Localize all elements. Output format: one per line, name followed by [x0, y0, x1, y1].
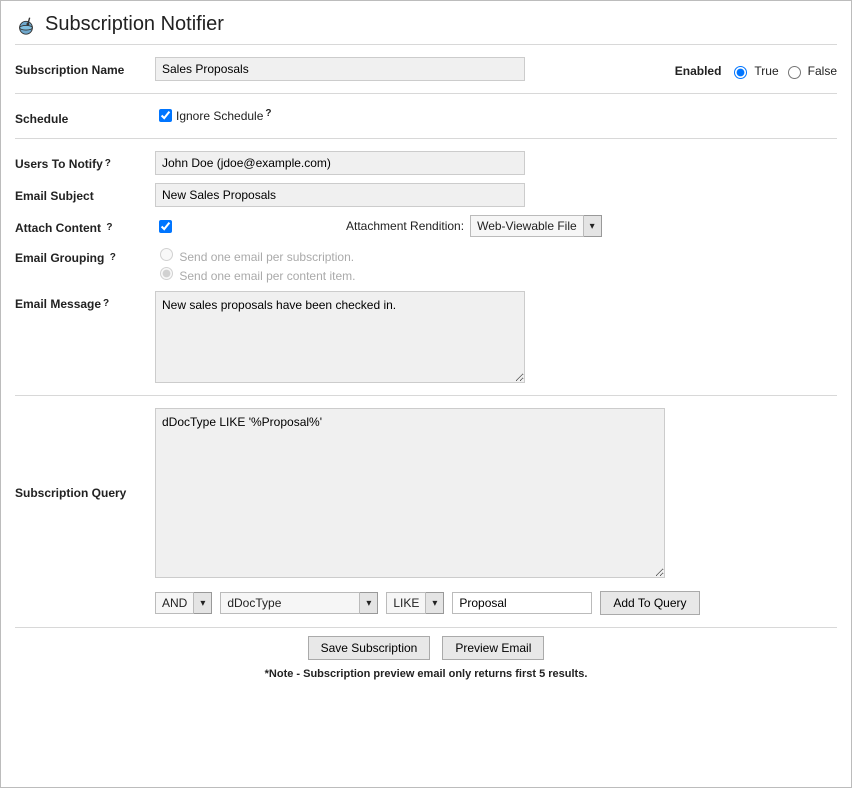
query-field-value: dDocType	[220, 592, 360, 614]
ignore-schedule-checkbox[interactable]	[159, 109, 172, 122]
enabled-false-text: False	[808, 64, 837, 78]
chevron-down-icon[interactable]: ▾	[194, 592, 212, 614]
help-icon[interactable]: ?	[106, 222, 112, 233]
query-op-value: LIKE	[386, 592, 426, 614]
attach-content-checkbox[interactable]	[159, 220, 172, 233]
divider	[15, 44, 837, 45]
subscription-name-label: Subscription Name	[15, 57, 155, 77]
preview-email-button[interactable]: Preview Email	[442, 636, 544, 660]
app-icon	[15, 14, 37, 36]
ignore-schedule-text: Ignore Schedule	[176, 109, 263, 123]
divider	[15, 395, 837, 396]
help-icon[interactable]: ?	[105, 158, 111, 169]
chevron-down-icon[interactable]: ▾	[360, 592, 378, 614]
chevron-down-icon[interactable]: ▾	[584, 215, 602, 237]
grouping-per-subscription-radio	[160, 248, 173, 261]
email-grouping-label: Email Grouping	[15, 251, 104, 265]
email-message-textarea[interactable]	[155, 291, 525, 383]
email-subject-label: Email Subject	[15, 183, 155, 203]
grouping-per-item-radio	[160, 267, 173, 280]
enabled-true-text: True	[754, 64, 778, 78]
note-text: *Note - Subscription preview email only …	[15, 668, 837, 680]
attachment-rendition-label: Attachment Rendition:	[346, 219, 464, 233]
users-label: Users To Notify	[15, 157, 103, 171]
help-icon[interactable]: ?	[265, 108, 271, 119]
add-to-query-button[interactable]: Add To Query	[600, 591, 699, 615]
help-icon[interactable]: ?	[103, 298, 109, 309]
attach-content-label: Attach Content	[15, 221, 101, 235]
enabled-label: Enabled	[675, 64, 722, 78]
attachment-rendition-select[interactable]: Web-Viewable File ▾	[470, 215, 602, 237]
query-value-input[interactable]	[452, 592, 592, 614]
query-field-select[interactable]: dDocType ▾	[220, 592, 378, 614]
query-conj-select[interactable]: AND ▾	[155, 592, 212, 614]
users-input[interactable]	[155, 151, 525, 175]
schedule-label: Schedule	[15, 106, 155, 126]
email-subject-input[interactable]	[155, 183, 525, 207]
save-subscription-button[interactable]: Save Subscription	[308, 636, 431, 660]
enabled-false-radio[interactable]	[788, 66, 801, 79]
grouping-per-subscription-text: Send one email per subscription.	[179, 250, 354, 264]
divider	[15, 627, 837, 628]
help-icon[interactable]: ?	[110, 252, 116, 263]
email-message-label: Email Message	[15, 297, 101, 311]
divider	[15, 138, 837, 139]
query-conj-value: AND	[155, 592, 194, 614]
chevron-down-icon[interactable]: ▾	[426, 592, 444, 614]
subscription-query-textarea[interactable]	[155, 408, 665, 578]
attachment-rendition-value: Web-Viewable File	[470, 215, 584, 237]
subscription-query-label: Subscription Query	[15, 408, 155, 500]
divider	[15, 93, 837, 94]
subscription-name-input[interactable]	[155, 57, 525, 81]
grouping-per-item-text: Send one email per content item.	[179, 269, 355, 283]
enabled-true-radio[interactable]	[734, 66, 747, 79]
page-title: Subscription Notifier	[45, 13, 224, 36]
query-op-select[interactable]: LIKE ▾	[386, 592, 444, 614]
